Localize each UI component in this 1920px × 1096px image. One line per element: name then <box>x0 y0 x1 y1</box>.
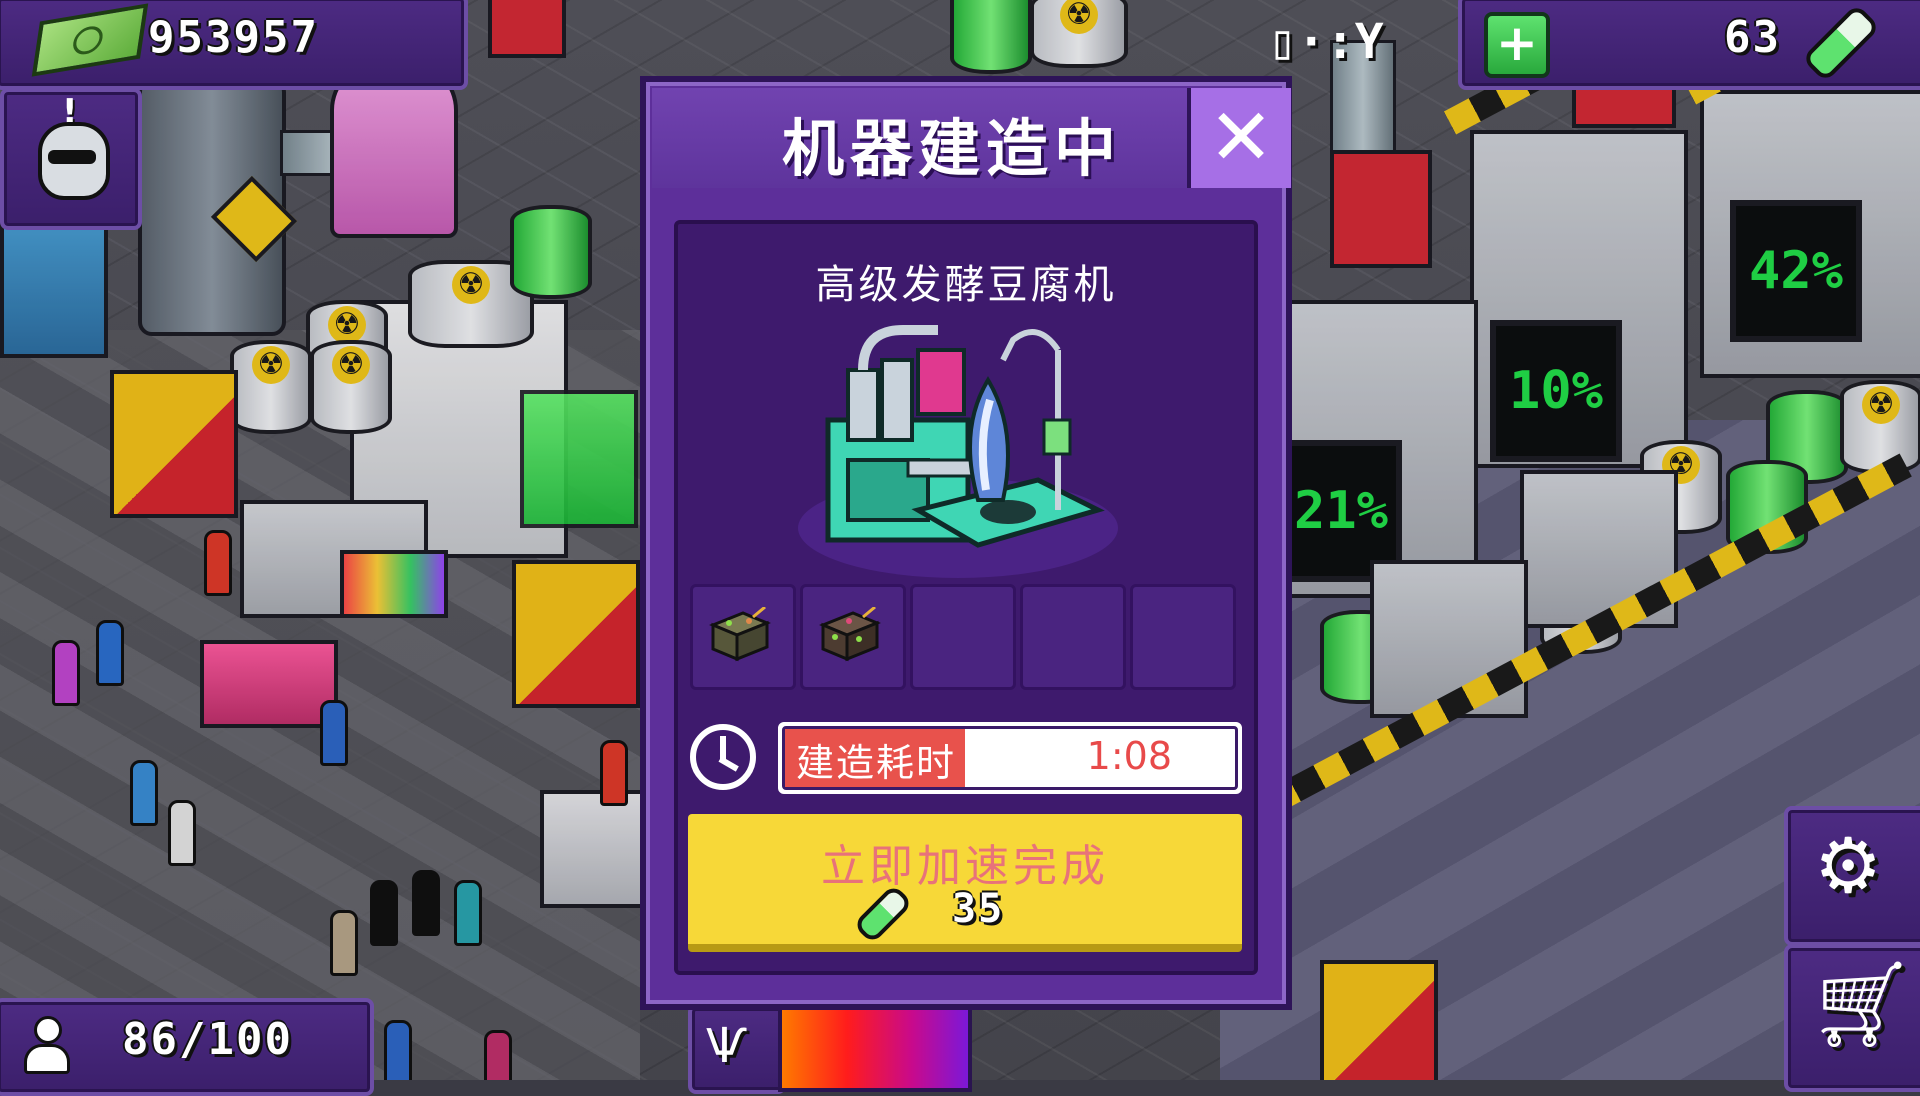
machine-info-panel: 高级发酵豆腐机 建造耗时 1:08 立即加速完成 35 <box>674 220 1258 975</box>
settings-button[interactable]: ⚙ <box>1784 806 1920 946</box>
build-time-label: 建造耗时 <box>796 741 957 785</box>
alert-person-icon <box>38 122 110 200</box>
machine-building-dialog: 机器建造中 ✕ 高级发酵豆腐机 建造耗时 1:08 立即加速完成 35 <box>640 76 1292 1010</box>
add-energy-button[interactable]: + <box>1484 12 1550 78</box>
moldy-tofu-cube-icon <box>819 607 881 662</box>
machine-name: 高级发酵豆腐机 <box>815 262 1117 308</box>
monster-tab-button[interactable]: Ѱ <box>688 1004 786 1094</box>
alert-staff-button[interactable]: ! <box>0 88 142 230</box>
tofu-cube-icon <box>709 607 771 662</box>
close-button[interactable]: ✕ <box>1187 88 1291 188</box>
monster-icon: Ѱ <box>706 1018 748 1074</box>
ingredient-slot-2[interactable] <box>800 584 906 690</box>
build-time-remaining: 1:08 <box>1086 734 1172 778</box>
energy-panel: + 63 <box>1458 0 1920 90</box>
ingredient-slot-1[interactable] <box>690 584 796 690</box>
build-time-progress-bar: 建造耗时 1:08 <box>778 722 1242 794</box>
speed-up-complete-button[interactable]: 立即加速完成 35 <box>688 814 1242 952</box>
cart-icon: 🛒︎ <box>1808 955 1915 1053</box>
gear-icon: ⚙ <box>1814 821 1883 910</box>
ingredient-slot-5[interactable] <box>1130 584 1236 690</box>
money-panel: 953957 <box>0 0 468 90</box>
cash-stack-icon <box>31 3 149 77</box>
speed-up-cost: 35 <box>952 886 1005 932</box>
money-value: 953957 <box>148 12 319 63</box>
dialog-title: 机器建造中 <box>781 112 1122 185</box>
color-spectrum-bar[interactable] <box>778 1004 972 1092</box>
speed-up-label: 立即加速完成 <box>821 841 1109 892</box>
fermented-tofu-machine-illustration <box>798 325 1118 578</box>
clock-icon <box>690 724 756 790</box>
energy-value: 63 <box>1724 12 1781 63</box>
ingredient-slot-3[interactable] <box>910 584 1016 690</box>
population-panel[interactable]: 86/100 <box>0 998 374 1096</box>
close-icon: ✕ <box>1208 93 1274 183</box>
ingredient-slot-4[interactable] <box>1020 584 1126 690</box>
shop-button[interactable]: 🛒︎ <box>1784 944 1920 1092</box>
signal-icon: ▯·:Y <box>1268 14 1384 70</box>
person-icon <box>22 1016 70 1074</box>
dialog-header: 机器建造中 ✕ <box>652 88 1291 188</box>
plus-icon: + <box>1496 14 1538 72</box>
battery-icon <box>1801 3 1881 83</box>
population-value: 86/100 <box>122 1014 293 1065</box>
